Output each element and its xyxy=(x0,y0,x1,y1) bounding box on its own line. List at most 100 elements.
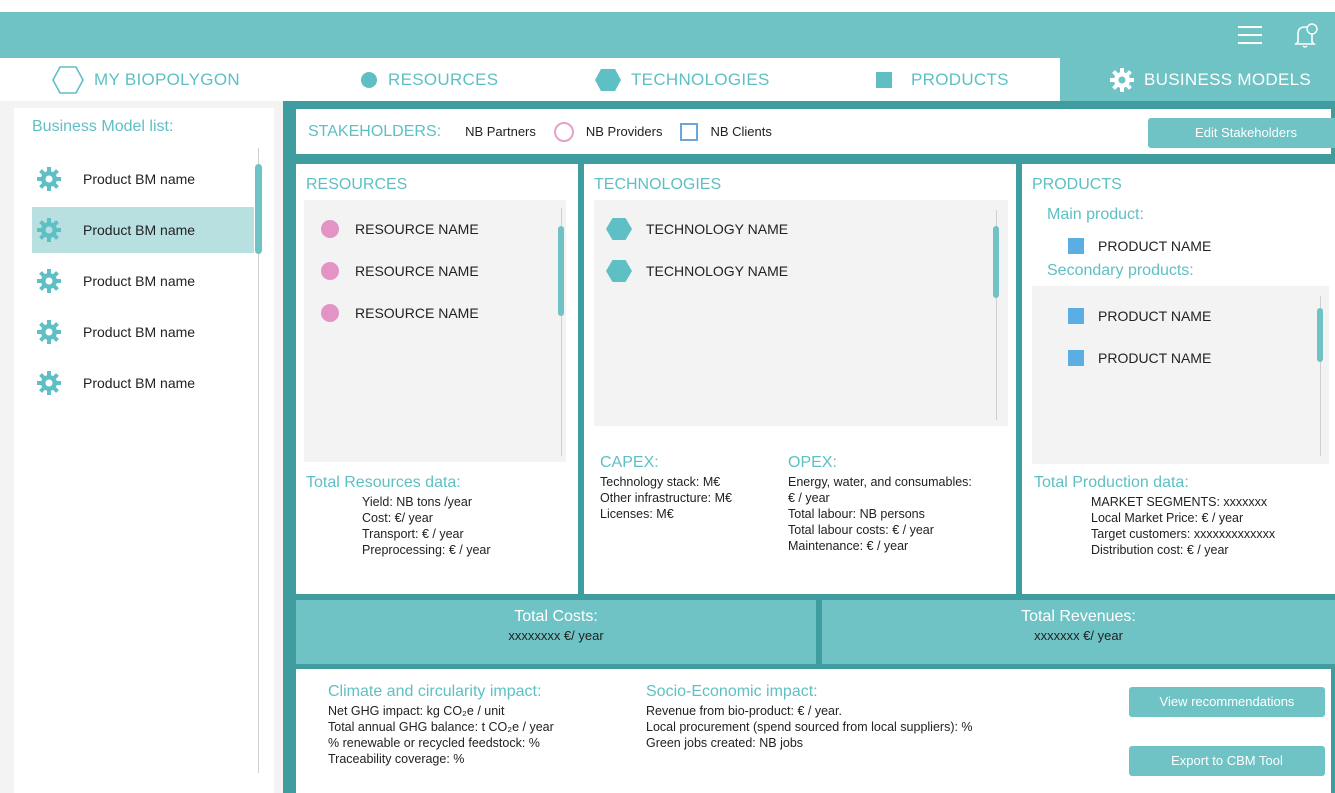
resource-item[interactable]: RESOURCE NAME xyxy=(321,220,479,238)
gear-icon xyxy=(37,218,61,242)
gear-icon xyxy=(1110,67,1134,92)
stakeholders-bar: STAKEHOLDERS: NB Partners NB Providers N… xyxy=(296,109,1335,154)
distribution-cost: Distribution cost: € / year xyxy=(1091,543,1229,557)
technology-item[interactable]: TECHNOLOGY NAME xyxy=(606,260,788,282)
technologies-scrollbar[interactable] xyxy=(993,226,999,298)
nav-resources[interactable]: RESOURCES xyxy=(360,58,498,101)
climate-impact-title: Climate and circularity impact: xyxy=(328,683,542,700)
product-name: PRODUCT NAME xyxy=(1098,308,1212,324)
nav-label: TECHNOLOGIES xyxy=(631,69,770,89)
green-jobs: Green jobs created: NB jobs xyxy=(646,736,804,750)
opex-maintenance: Maintenance: € / year xyxy=(788,539,909,553)
nav-technologies[interactable]: TECHNOLOGIES xyxy=(595,58,770,101)
target-customers: Target customers: xxxxxxxxxxxxx xyxy=(1091,527,1276,541)
products-scrollbar[interactable] xyxy=(1317,308,1323,362)
resources-yield: Yield: NB tons /year xyxy=(362,495,473,509)
nav-label: RESOURCES xyxy=(388,69,499,89)
circle-outline-icon xyxy=(553,121,574,142)
hexagon-icon xyxy=(606,260,632,282)
total-production-title: Total Production data: xyxy=(1034,474,1189,491)
total-revenues-value: xxxxxxx €/ year xyxy=(1034,628,1123,643)
annual-ghg-balance: Total annual GHG balance: t CO₂e / year xyxy=(328,720,554,734)
nav-my-biopolygon[interactable]: MY BIOPOLYGON xyxy=(52,58,240,101)
gear-icon xyxy=(37,167,61,191)
nav-label: PRODUCTS xyxy=(911,69,1009,89)
main-content: STAKEHOLDERS: NB Partners NB Providers N… xyxy=(283,101,1335,793)
resources-transport: Transport: € / year xyxy=(362,527,464,541)
technology-item[interactable]: TECHNOLOGY NAME xyxy=(606,218,788,240)
business-model-item-selected[interactable]: Product BM name xyxy=(32,207,254,253)
sidebar-title: Business Model list: xyxy=(32,118,174,135)
total-production-data: MARKET SEGMENTS: xxxxxxx Local Market Pr… xyxy=(1091,494,1275,558)
business-model-item[interactable]: Product BM name xyxy=(32,258,254,304)
view-recommendations-button[interactable]: View recommendations xyxy=(1129,687,1325,717)
circle-icon xyxy=(321,220,339,238)
technology-name: TECHNOLOGY NAME xyxy=(646,263,789,279)
opex-labour: Total labour: NB persons xyxy=(788,507,925,521)
nav-label: BUSINESS MODELS xyxy=(1144,69,1311,89)
business-model-label: Product BM name xyxy=(83,273,196,289)
product-name: PRODUCT NAME xyxy=(1098,350,1212,366)
total-costs-bar: Total Costs: xxxxxxxx €/ year xyxy=(296,600,816,664)
gear-icon xyxy=(37,320,61,344)
capex-data: Technology stack: M€ Other infrastructur… xyxy=(600,474,732,522)
business-model-item[interactable]: Product BM name xyxy=(32,360,254,406)
nav-business-models[interactable]: BUSINESS MODELS xyxy=(1060,58,1335,101)
technology-name: TECHNOLOGY NAME xyxy=(646,221,789,237)
main-product-item[interactable]: PRODUCT NAME xyxy=(1068,238,1211,254)
export-cbm-button[interactable]: Export to CBM Tool xyxy=(1129,746,1325,776)
business-model-label: Product BM name xyxy=(83,171,196,187)
circle-icon xyxy=(361,71,377,88)
square-icon xyxy=(1068,238,1084,254)
climate-impact-data: Net GHG impact: kg CO₂e / unit Total ann… xyxy=(328,703,554,767)
business-model-sidebar: Business Model list: Product BM name Pro… xyxy=(14,108,274,793)
sidebar-scrollbar[interactable] xyxy=(255,164,262,254)
business-model-label: Product BM name xyxy=(83,324,196,340)
technologies-panel: TECHNOLOGIES TECHNOLOGY NAME TECHNOLOGY … xyxy=(584,164,1016,594)
total-costs-value: xxxxxxxx €/ year xyxy=(508,628,604,643)
hamburger-menu-icon[interactable] xyxy=(1238,26,1262,44)
total-costs-title: Total Costs: xyxy=(514,608,598,625)
stakeholders-providers: NB Providers xyxy=(553,121,662,142)
products-title: PRODUCTS xyxy=(1032,176,1122,193)
square-icon xyxy=(1068,350,1084,366)
resources-scrollbar[interactable] xyxy=(558,226,564,316)
nav-products[interactable]: PRODUCTS xyxy=(875,58,1009,101)
hexagon-icon xyxy=(606,218,632,240)
main-product-title: Main product: xyxy=(1047,206,1144,223)
opex-energy-unit: € / year xyxy=(788,491,830,505)
socio-economic-data: Revenue from bio-product: € / year. Loca… xyxy=(646,703,973,751)
stakeholders-clients: NB Clients xyxy=(680,122,772,141)
traceability-coverage: Traceability coverage: % xyxy=(328,752,465,766)
secondary-product-item[interactable]: PRODUCT NAME xyxy=(1068,308,1211,324)
business-model-label: Product BM name xyxy=(83,222,196,238)
stakeholders-partners: NB Partners xyxy=(465,124,536,139)
capex-licenses: Licenses: M€ xyxy=(600,507,674,521)
resource-item[interactable]: RESOURCE NAME xyxy=(321,304,479,322)
business-model-item[interactable]: Product BM name xyxy=(32,156,254,202)
bell-icon[interactable] xyxy=(1290,20,1320,50)
square-outline-icon xyxy=(680,122,699,141)
resources-preprocessing: Preprocessing: € / year xyxy=(362,543,491,557)
hexagon-icon xyxy=(595,68,621,91)
resource-item[interactable]: RESOURCE NAME xyxy=(321,262,479,280)
partners-label: NB Partners xyxy=(465,124,536,139)
square-icon xyxy=(1068,308,1084,324)
capex-title: CAPEX: xyxy=(600,454,659,471)
technologies-title: TECHNOLOGIES xyxy=(594,176,722,193)
total-revenues-title: Total Revenues: xyxy=(1021,608,1136,625)
business-model-label: Product BM name xyxy=(83,375,196,391)
resource-name: RESOURCE NAME xyxy=(355,221,479,237)
secondary-products-list: PRODUCT NAME PRODUCT NAME xyxy=(1032,286,1329,464)
secondary-product-item[interactable]: PRODUCT NAME xyxy=(1068,350,1211,366)
net-ghg-impact: Net GHG impact: kg CO₂e / unit xyxy=(328,704,505,718)
total-resources-title: Total Resources data: xyxy=(306,474,461,491)
total-resources-data: Yield: NB tons /year Cost: €/ year Trans… xyxy=(362,494,491,558)
square-icon xyxy=(876,71,892,88)
top-bar xyxy=(0,12,1335,58)
business-model-item[interactable]: Product BM name xyxy=(32,309,254,355)
opex-data: Energy, water, and consumables: € / year… xyxy=(788,474,972,554)
main-nav: MY BIOPOLYGON RESOURCES TECHNOLOGIES PRO… xyxy=(0,58,1335,101)
nav-label: MY BIOPOLYGON xyxy=(94,69,240,89)
edit-stakeholders-button[interactable]: Edit Stakeholders xyxy=(1148,118,1335,148)
